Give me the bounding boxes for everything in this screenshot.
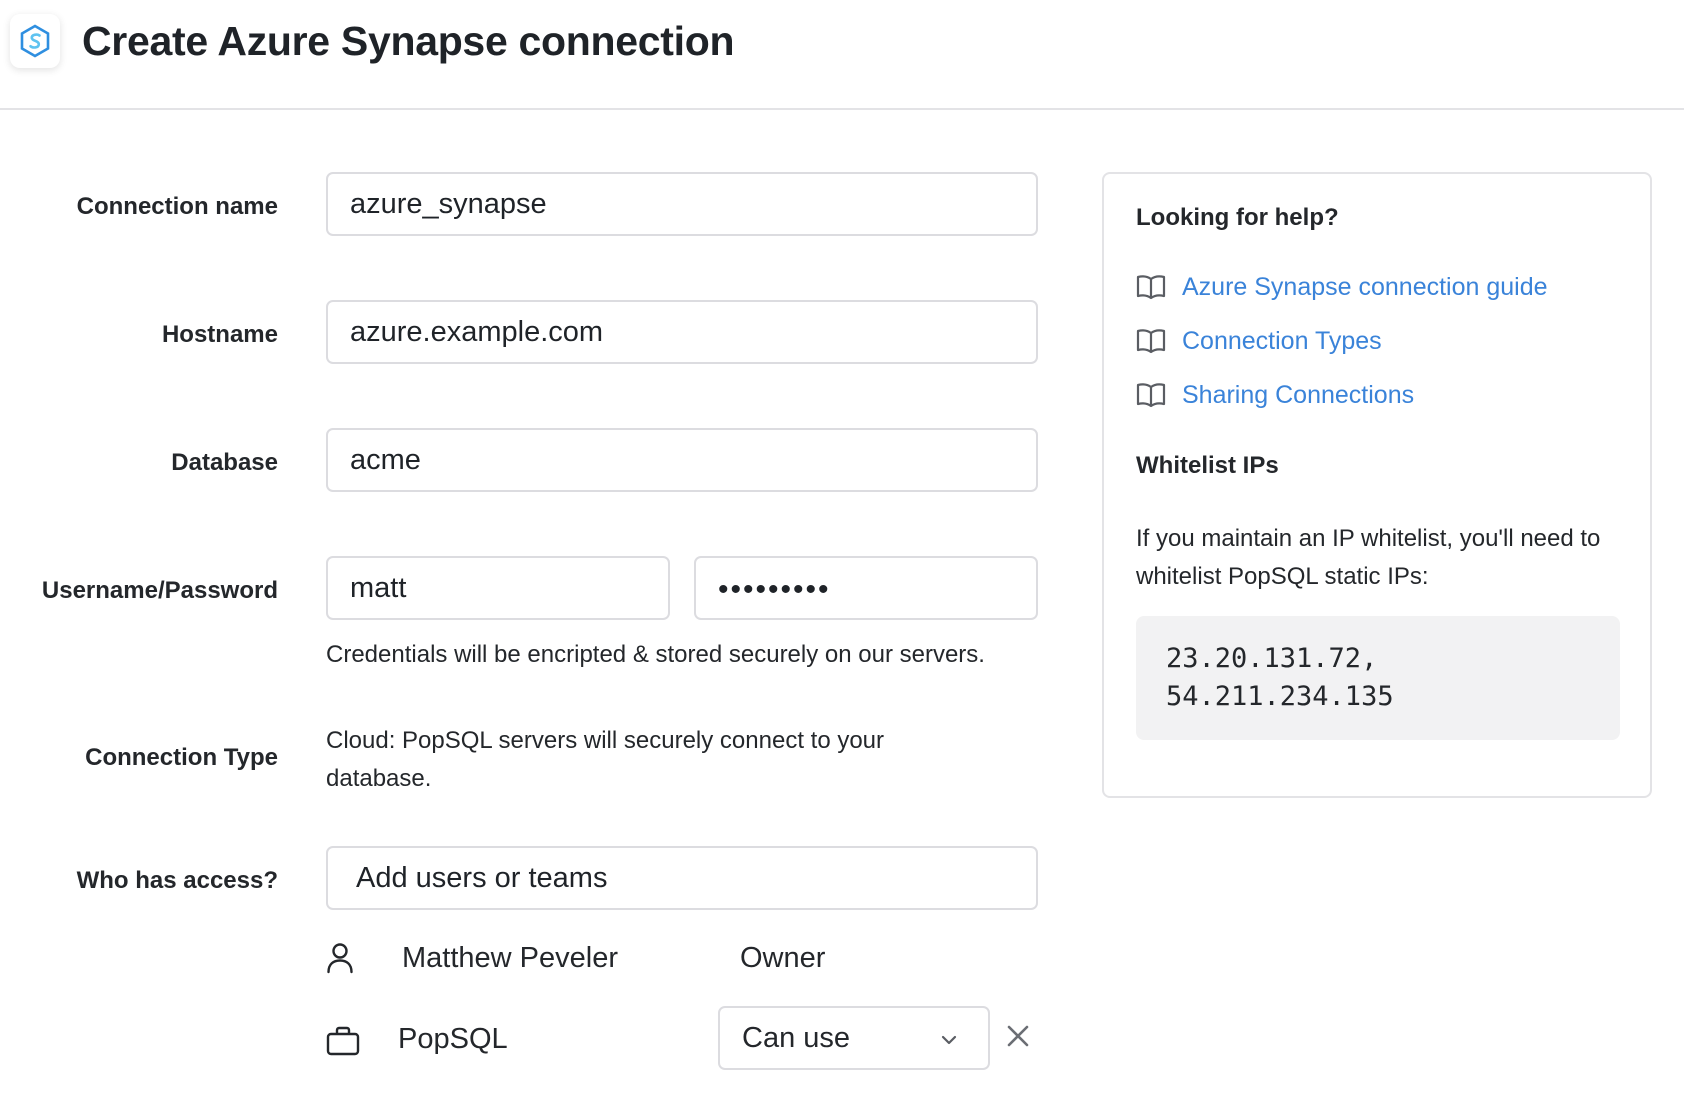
username-input[interactable]: matt xyxy=(326,556,670,620)
close-icon[interactable] xyxy=(1002,1020,1034,1052)
hostname-input[interactable]: azure.example.com xyxy=(326,300,1038,364)
help-panel: Looking for help? Azure Synapse connecti… xyxy=(1102,172,1652,798)
whitelist-ip-code: 23.20.131.72, 54.211.234.135 xyxy=(1136,616,1620,740)
help-link-sharing-connections[interactable]: Sharing Connections xyxy=(1136,378,1414,412)
page-header: Create Azure Synapse connection xyxy=(0,0,1684,110)
hostname-label: Hostname xyxy=(161,321,278,348)
whitelist-title: Whitelist IPs xyxy=(1136,452,1279,479)
permission-select-value: Can use xyxy=(742,1021,851,1054)
connection-type-description: Cloud: PopSQL servers will securely conn… xyxy=(326,727,885,792)
member-name: Matthew Peveler xyxy=(402,942,618,974)
user-icon xyxy=(327,943,353,974)
whitelist-ip-line: 54.211.234.135 xyxy=(1166,681,1394,712)
connection-type-label: Connection Type xyxy=(85,744,278,771)
whitelist-ip-line: 23.20.131.72, xyxy=(1166,643,1378,674)
help-title: Looking for help? xyxy=(1136,204,1339,231)
book-icon xyxy=(1136,383,1166,408)
permission-select[interactable]: Can use xyxy=(718,1006,990,1070)
help-link-connection-guide[interactable]: Azure Synapse connection guide xyxy=(1136,270,1548,304)
chevron-down-icon xyxy=(941,1035,957,1045)
connection-name-input[interactable]: azure_synapse xyxy=(326,172,1038,236)
connection-name-label: Connection name xyxy=(76,193,278,220)
database-input[interactable]: acme xyxy=(326,428,1038,492)
help-link-connection-types[interactable]: Connection Types xyxy=(1136,324,1382,358)
credentials-note: Credentials will be encripted & stored s… xyxy=(326,641,985,668)
add-users-input[interactable]: Add users or teams xyxy=(326,846,1038,910)
username-password-label: Username/Password xyxy=(41,577,278,604)
book-icon xyxy=(1136,329,1166,354)
member-role: Owner xyxy=(740,942,826,974)
who-has-access-label: Who has access? xyxy=(76,867,278,894)
database-label: Database xyxy=(171,449,278,476)
page-title: Create Azure Synapse connection xyxy=(82,18,735,64)
help-link-label: Sharing Connections xyxy=(1182,380,1415,409)
azure-synapse-icon xyxy=(10,14,60,68)
password-input[interactable]: ••••••••• xyxy=(694,556,1038,620)
help-link-label: Connection Types xyxy=(1182,326,1382,355)
help-link-label: Azure Synapse connection guide xyxy=(1182,272,1548,301)
book-icon xyxy=(1136,275,1166,300)
team-name: PopSQL xyxy=(398,1023,508,1055)
whitelist-description: If you maintain an IP whitelist, you'll … xyxy=(1136,525,1601,590)
briefcase-icon xyxy=(326,1026,360,1056)
